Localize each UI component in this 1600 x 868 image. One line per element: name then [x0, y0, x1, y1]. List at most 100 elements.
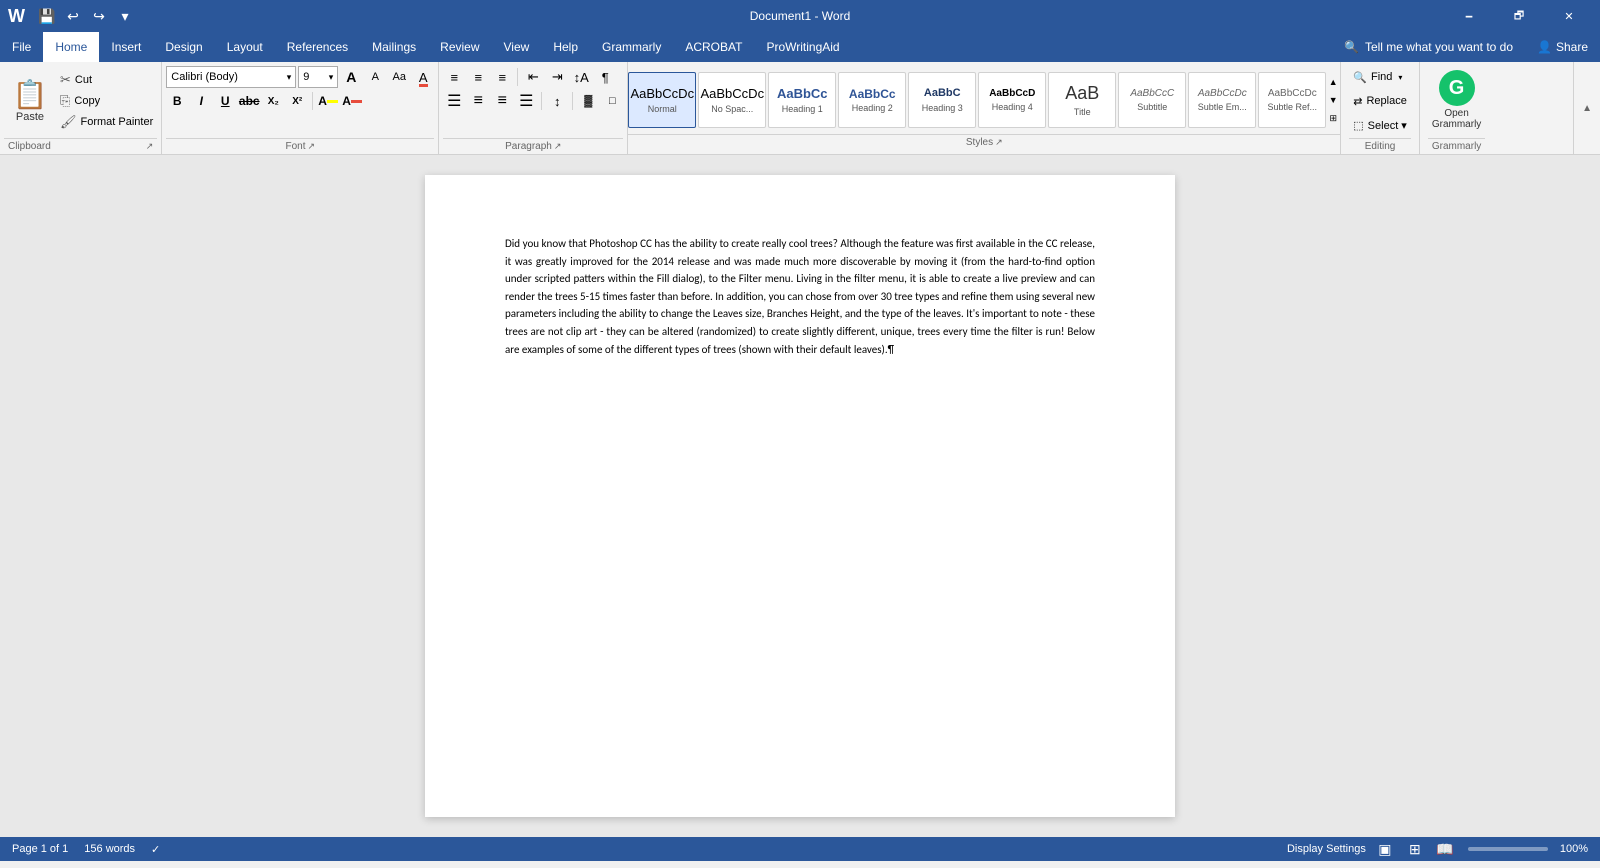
format-painter-button[interactable]: 🖌 Format Painter: [56, 112, 157, 132]
ribbon: 📋 Paste ✂ Cut ⎘ Copy 🖌 Format Painter: [0, 62, 1600, 155]
sort-button[interactable]: ↕A: [570, 66, 592, 88]
styles-label-text: Styles: [966, 137, 993, 148]
menu-insert[interactable]: Insert: [99, 32, 153, 62]
menu-mailings[interactable]: Mailings: [360, 32, 428, 62]
document-title: Document1 - Word: [750, 9, 850, 23]
redo-button[interactable]: ↪: [87, 4, 111, 28]
multilevel-list-button[interactable]: ≡: [491, 66, 513, 88]
read-mode-button[interactable]: 📖: [1434, 838, 1456, 860]
styles-scroll-up-button[interactable]: ▲: [1326, 73, 1340, 91]
numbering-button[interactable]: ≡: [467, 66, 489, 88]
styles-scroll-down-button[interactable]: ▼: [1326, 91, 1340, 109]
display-settings-label[interactable]: Display Settings: [1287, 843, 1366, 855]
font-grow-button[interactable]: A: [340, 66, 362, 88]
cut-icon: ✂: [60, 72, 71, 88]
justify-button[interactable]: ☰: [515, 90, 537, 112]
font-clear-button[interactable]: A: [412, 66, 434, 88]
menu-prowritingaid[interactable]: ProWritingAid: [754, 32, 851, 62]
style-subtitle-preview: AaBbCcC: [1130, 88, 1174, 100]
separator3: [541, 92, 542, 110]
italic-button[interactable]: I: [190, 90, 212, 112]
print-layout-view-button[interactable]: ▣: [1374, 838, 1396, 860]
document-content[interactable]: Did you know that Photoshop CC has the a…: [505, 235, 1095, 358]
font-case-button[interactable]: Aa: [388, 66, 410, 88]
status-bar: Page 1 of 1 156 words ✓ Display Settings…: [0, 837, 1600, 861]
increase-indent-button[interactable]: ⇥: [546, 66, 568, 88]
subscript-button[interactable]: X₂: [262, 90, 284, 112]
customize-quick-access-button[interactable]: ▾: [113, 4, 137, 28]
menu-references[interactable]: References: [275, 32, 360, 62]
styles-group-label: Styles ↗: [628, 134, 1340, 150]
web-layout-view-button[interactable]: ⊞: [1404, 838, 1426, 860]
separator2: [517, 68, 518, 86]
styles-expand-icon[interactable]: ↗: [995, 137, 1003, 148]
ribbon-collapse-button[interactable]: ▲: [1573, 62, 1600, 154]
menu-grammarly[interactable]: Grammarly: [590, 32, 673, 62]
menu-help[interactable]: Help: [541, 32, 590, 62]
shading-button[interactable]: ▓: [577, 90, 599, 112]
bold-button[interactable]: B: [166, 90, 188, 112]
open-grammarly-button[interactable]: G OpenGrammarly: [1428, 62, 1485, 138]
strikethrough-button[interactable]: abc: [238, 90, 260, 112]
zoom-slider[interactable]: [1468, 847, 1548, 851]
line-spacing-button[interactable]: ↕: [546, 90, 568, 112]
decrease-indent-button[interactable]: ⇤: [522, 66, 544, 88]
style-normal[interactable]: AaBbCcDc Normal: [628, 72, 696, 128]
style-no-space[interactable]: AaBbCcDc No Spac...: [698, 72, 766, 128]
highlight-button[interactable]: A: [317, 90, 339, 112]
menu-review[interactable]: Review: [428, 32, 491, 62]
proofing-icon[interactable]: ✓: [151, 843, 160, 856]
style-heading4[interactable]: AaBbCcD Heading 4: [978, 72, 1046, 128]
save-button[interactable]: 💾: [35, 4, 59, 28]
style-subtitle[interactable]: AaBbCcC Subtitle: [1118, 72, 1186, 128]
close-button[interactable]: ✕: [1546, 0, 1592, 32]
show-marks-button[interactable]: ¶: [594, 66, 616, 88]
separator4: [572, 92, 573, 110]
clipboard-expand-icon[interactable]: ↗: [146, 141, 154, 152]
font-shrink-button[interactable]: A: [364, 66, 386, 88]
menu-layout[interactable]: Layout: [215, 32, 275, 62]
menu-view[interactable]: View: [492, 32, 542, 62]
restore-button[interactable]: 🗗: [1496, 0, 1542, 32]
style-heading1[interactable]: AaBbCc Heading 1: [768, 72, 836, 128]
superscript-button[interactable]: X²: [286, 90, 308, 112]
menu-acrobat[interactable]: ACROBAT: [673, 32, 754, 62]
copy-button[interactable]: ⎘ Copy: [56, 91, 157, 111]
paste-button[interactable]: 📋 Paste: [4, 66, 56, 138]
style-h1-preview: AaBbCc: [777, 86, 828, 102]
document-page[interactable]: Did you know that Photoshop CC has the a…: [425, 175, 1175, 817]
style-title[interactable]: AaB Title: [1048, 72, 1116, 128]
undo-button[interactable]: ↩: [61, 4, 85, 28]
menu-file[interactable]: File: [0, 32, 43, 62]
align-left-button[interactable]: ☰: [443, 90, 465, 112]
menu-design[interactable]: Design: [153, 32, 214, 62]
select-button[interactable]: ⬚ Select ▾: [1349, 114, 1411, 136]
find-button[interactable]: 🔍 Find ▾: [1349, 66, 1411, 88]
style-subtle-em[interactable]: AaBbCcDc Subtle Em...: [1188, 72, 1256, 128]
separator1: [312, 92, 313, 110]
search-box[interactable]: 🔍 Tell me what you want to do: [1332, 32, 1525, 62]
align-right-button[interactable]: ≡: [491, 90, 513, 112]
style-heading2[interactable]: AaBbCc Heading 2: [838, 72, 906, 128]
clipboard-label-text: Clipboard: [8, 141, 51, 152]
style-subtle-ref[interactable]: AaBbCcDc Subtle Ref...: [1258, 72, 1326, 128]
font-name-selector[interactable]: Calibri (Body) ▾: [166, 66, 296, 88]
font-size-selector[interactable]: 9 ▾: [298, 66, 338, 88]
underline-button[interactable]: U: [214, 90, 236, 112]
style-h4-preview: AaBbCcD: [989, 88, 1035, 100]
borders-button[interactable]: □: [601, 90, 623, 112]
paragraph-expand-icon[interactable]: ↗: [554, 141, 562, 152]
share-button[interactable]: 👤 Share: [1525, 32, 1600, 62]
style-heading3[interactable]: AaBbC Heading 3: [908, 72, 976, 128]
minimize-button[interactable]: 🗕: [1446, 0, 1492, 32]
style-subtitle-label: Subtitle: [1137, 102, 1167, 112]
cut-button[interactable]: ✂ Cut: [56, 70, 157, 90]
align-center-button[interactable]: ≡: [467, 90, 489, 112]
styles-more-button[interactable]: ⊞: [1326, 109, 1340, 127]
menu-home[interactable]: Home: [43, 32, 99, 62]
font-expand-icon[interactable]: ↗: [308, 141, 316, 152]
bullets-button[interactable]: ≡: [443, 66, 465, 88]
replace-button[interactable]: ⇄ Replace: [1349, 90, 1411, 112]
font-color-button[interactable]: A: [341, 90, 363, 112]
clipboard-content: 📋 Paste ✂ Cut ⎘ Copy 🖌 Format Painter: [4, 66, 157, 138]
